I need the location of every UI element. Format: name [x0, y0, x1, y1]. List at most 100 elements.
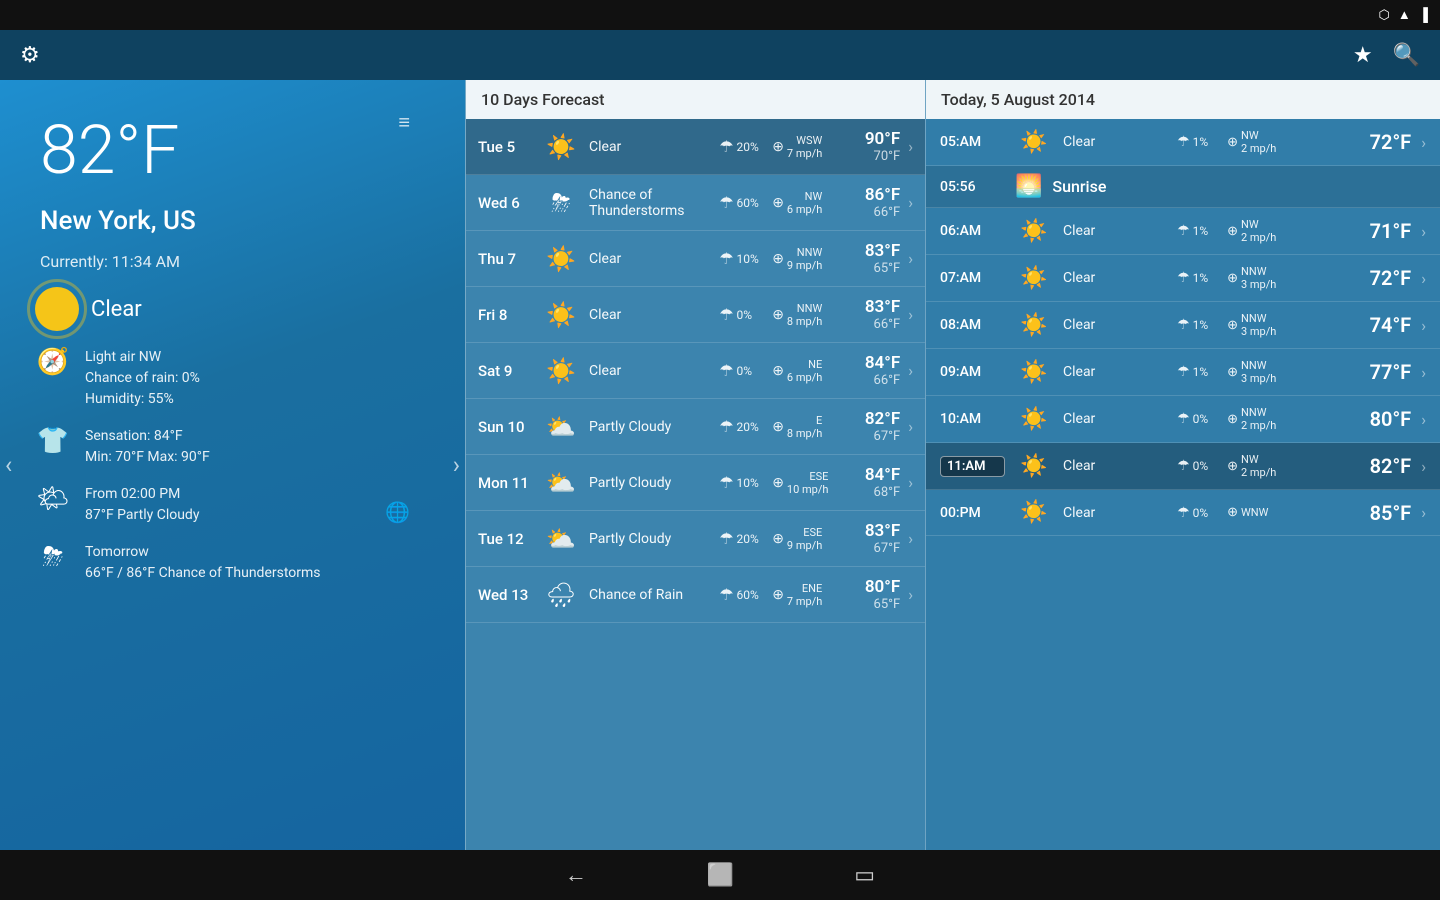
forecast-row[interactable]: Thu 7 ☀️ Clear ☂ 10% ⊕ NNW9 mp/h 83°F 65…	[466, 231, 925, 287]
hourly-umbrella-icon: ☂	[1177, 134, 1190, 150]
forecast-date: Thu 7	[478, 250, 533, 268]
hourly-compass-icon: ⊕	[1227, 318, 1238, 333]
hourly-temperature: 74°F	[1341, 313, 1411, 337]
forecast-panel: 10 Days Forecast Tue 5 ☀️ Clear ☂ 20% ⊕ …	[465, 80, 925, 850]
forecast-list[interactable]: Tue 5 ☀️ Clear ☂ 20% ⊕ WSW7 mp/h 90°F 70…	[466, 119, 925, 850]
globe-button[interactable]: 🌐	[385, 500, 410, 524]
hourly-header: Today, 5 August 2014	[926, 80, 1440, 119]
forecast-chevron-icon: ›	[908, 193, 913, 212]
forecast-weather-icon: ☀️	[541, 301, 581, 329]
hourly-description: Clear	[1063, 317, 1167, 333]
wind-compass-icon: ⊕	[772, 363, 784, 379]
forecast-date: Sun 10	[478, 418, 533, 436]
forecast-row[interactable]: Sat 9 ☀️ Clear ☂ 0% ⊕ NE6 mp/h 84°F 66°F…	[466, 343, 925, 399]
nav-prev-button[interactable]: ‹	[5, 451, 12, 479]
afternoon-row: 🌤 From 02:00 PM 87°F Partly Cloudy	[35, 484, 440, 526]
sunrise-time: 05:56	[940, 179, 1005, 195]
forecast-row[interactable]: Mon 11 ⛅ Partly Cloudy ☂ 10% ⊕ ESE10 mp/…	[466, 455, 925, 511]
hourly-row[interactable]: 07:AM ☀️ Clear ☂ 1% ⊕ NNW3 mp/h 72°F ›	[926, 255, 1440, 302]
hourly-description: Clear	[1063, 364, 1167, 380]
forecast-row[interactable]: Tue 12 ⛅ Partly Cloudy ☂ 20% ⊕ ESE9 mp/h…	[466, 511, 925, 567]
current-temperature: 82°F	[40, 110, 440, 190]
forecast-rain: ☂ 20%	[719, 417, 764, 436]
hourly-list[interactable]: 05:AM ☀️ Clear ☂ 1% ⊕ NW2 mp/h 72°F › 05…	[926, 119, 1440, 850]
forecast-rain: ☂ 60%	[719, 193, 764, 212]
status-bar: ⬡ ▲ ▐	[0, 0, 1440, 30]
forecast-weather-icon: ⛅	[541, 413, 581, 441]
forecast-temps: 83°F 66°F	[840, 297, 900, 332]
top-bar: ⚙ ★ 🔍	[0, 30, 1440, 80]
forecast-title: 10 Days Forecast	[481, 90, 605, 109]
wind-compass-icon: ⊕	[772, 307, 784, 323]
forecast-temps: 83°F 67°F	[840, 521, 900, 556]
forecast-row[interactable]: Fri 8 ☀️ Clear ☂ 0% ⊕ NNW8 mp/h 83°F 66°…	[466, 287, 925, 343]
hourly-row[interactable]: 08:AM ☀️ Clear ☂ 1% ⊕ NNW3 mp/h 74°F ›	[926, 302, 1440, 349]
forecast-row[interactable]: Tue 5 ☀️ Clear ☂ 20% ⊕ WSW7 mp/h 90°F 70…	[466, 119, 925, 175]
hourly-row[interactable]: 05:AM ☀️ Clear ☂ 1% ⊕ NW2 mp/h 72°F ›	[926, 119, 1440, 166]
hourly-description: Clear	[1063, 223, 1167, 239]
hourly-time: 08:AM	[940, 317, 1005, 333]
forecast-row[interactable]: Wed 13 🌧 Chance of Rain ☂ 60% ⊕ ENE7 mp/…	[466, 567, 925, 623]
hourly-title: Today, 5 August 2014	[941, 90, 1095, 109]
forecast-wind: ⊕ NNW8 mp/h	[772, 302, 832, 328]
hourly-chevron-icon: ›	[1421, 316, 1426, 335]
forecast-wind: ⊕ NE6 mp/h	[772, 358, 832, 384]
hourly-row[interactable]: 00:PM ☀️ Clear ☂ 0% ⊕ WNW 85°F ›	[926, 490, 1440, 536]
hourly-compass-icon: ⊕	[1227, 365, 1238, 380]
hourly-weather-icon: ☀️	[1015, 500, 1053, 525]
forecast-date: Wed 13	[478, 586, 533, 604]
sensation-row: 👕 Sensation: 84°F Min: 70°F Max: 90°F	[35, 426, 440, 468]
hourly-time: 00:PM	[940, 505, 1005, 521]
forecast-row[interactable]: Sun 10 ⛅ Partly Cloudy ☂ 20% ⊕ E8 mp/h 8…	[466, 399, 925, 455]
tshirt-icon: 👕	[35, 426, 71, 456]
menu-button[interactable]: ≡	[398, 110, 410, 135]
forecast-weather-icon: ⛅	[541, 469, 581, 497]
tomorrow-detail: Tomorrow 66°F / 86°F Chance of Thunderst…	[85, 542, 321, 584]
hourly-row[interactable]: 11:AM ☀️ Clear ☂ 0% ⊕ NW2 mp/h 82°F ›	[926, 443, 1440, 490]
hourly-row[interactable]: 06:AM ☀️ Clear ☂ 1% ⊕ NW2 mp/h 71°F ›	[926, 208, 1440, 255]
forecast-row[interactable]: Wed 6 ⛈ Chance of Thunderstorms ☂ 60% ⊕ …	[466, 175, 925, 231]
forecast-description: Chance of Thunderstorms	[589, 187, 711, 219]
hourly-panel: Today, 5 August 2014 05:AM ☀️ Clear ☂ 1%…	[925, 80, 1440, 850]
hourly-row[interactable]: 10:AM ☀️ Clear ☂ 0% ⊕ NNW2 mp/h 80°F ›	[926, 396, 1440, 443]
hourly-compass-icon: ⊕	[1227, 505, 1238, 520]
hourly-time: 10:AM	[940, 411, 1005, 427]
wind-compass-icon: ⊕	[772, 531, 784, 547]
hourly-chevron-icon: ›	[1421, 410, 1426, 429]
hourly-compass-icon: ⊕	[1227, 412, 1238, 427]
search-button[interactable]: 🔍	[1393, 43, 1420, 68]
hourly-wind: ⊕ WNW	[1227, 505, 1331, 520]
nav-next-button[interactable]: ›	[453, 451, 460, 479]
forecast-wind: ⊕ WSW7 mp/h	[772, 134, 832, 160]
hourly-wind: ⊕ NNW3 mp/h	[1227, 312, 1331, 338]
forecast-rain: ☂ 0%	[719, 305, 764, 324]
umbrella-icon: ☂	[719, 137, 733, 156]
forecast-description: Clear	[589, 363, 711, 379]
umbrella-icon: ☂	[719, 473, 733, 492]
hourly-wind: ⊕ NNW3 mp/h	[1227, 359, 1331, 385]
main-layout: ‹ › ≡ 82°F New York, US Currently: 11:34…	[0, 80, 1440, 850]
hourly-rain: ☂ 1%	[1177, 317, 1217, 333]
hourly-rain: ☂ 0%	[1177, 411, 1217, 427]
hourly-time: 07:AM	[940, 270, 1005, 286]
hourly-wind: ⊕ NNW2 mp/h	[1227, 406, 1331, 432]
forecast-chevron-icon: ›	[908, 529, 913, 548]
forecast-chevron-icon: ›	[908, 417, 913, 436]
hourly-temperature: 82°F	[1341, 454, 1411, 478]
forecast-chevron-icon: ›	[908, 585, 913, 604]
bluetooth-icon: ⬡	[1379, 8, 1390, 23]
home-button[interactable]: ⬜	[707, 863, 734, 888]
hourly-compass-icon: ⊕	[1227, 271, 1238, 286]
forecast-weather-icon: ⛈	[541, 189, 581, 217]
favorite-button[interactable]: ★	[1353, 43, 1373, 68]
hourly-row[interactable]: 09:AM ☀️ Clear ☂ 1% ⊕ NNW3 mp/h 77°F ›	[926, 349, 1440, 396]
hourly-weather-icon: ☀️	[1015, 454, 1053, 479]
left-panel: ‹ › ≡ 82°F New York, US Currently: 11:34…	[0, 80, 465, 850]
back-button[interactable]: ←	[565, 862, 587, 888]
forecast-description: Partly Cloudy	[589, 531, 711, 547]
forecast-chevron-icon: ›	[908, 137, 913, 156]
recent-button[interactable]: ▭	[854, 863, 875, 888]
forecast-rain: ☂ 10%	[719, 249, 764, 268]
forecast-description: Partly Cloudy	[589, 419, 711, 435]
settings-button[interactable]: ⚙	[20, 43, 40, 68]
